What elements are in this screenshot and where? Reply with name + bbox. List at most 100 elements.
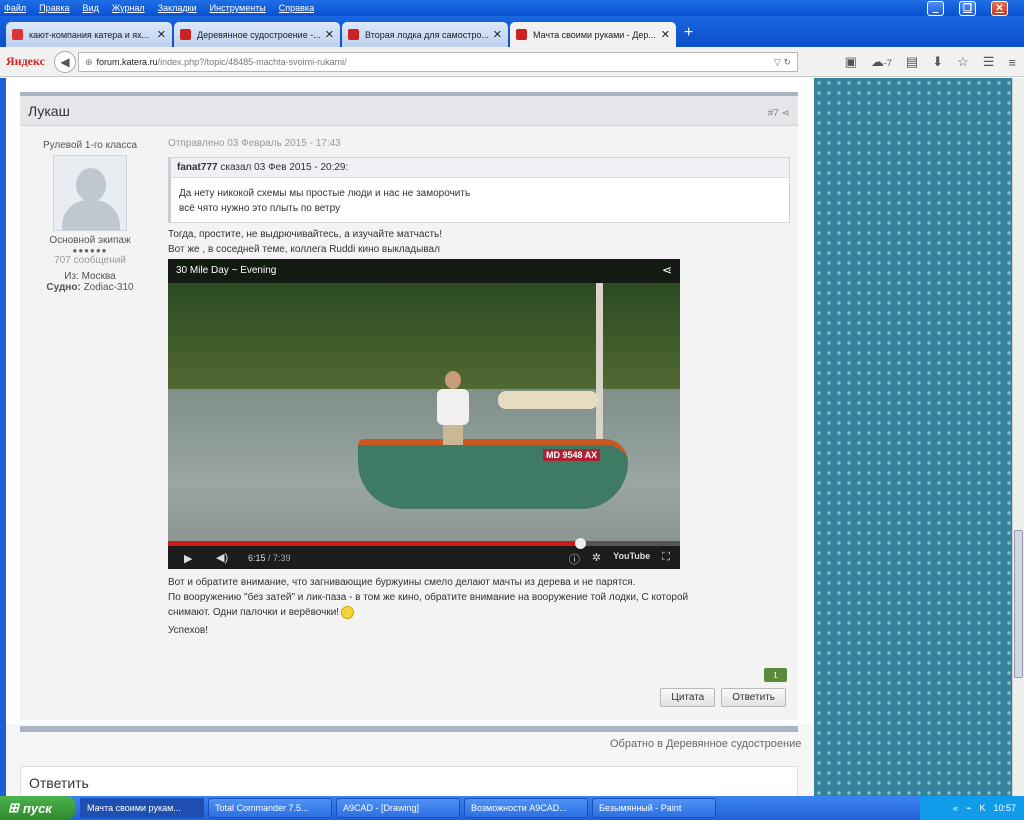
bookmark-extension-icon[interactable]: ▤ — [906, 54, 918, 70]
close-icon[interactable]: ✕ — [991, 1, 1008, 16]
video-current-time: 6:15 — [248, 553, 266, 563]
scrollbar-thumb[interactable] — [1014, 530, 1023, 678]
post-number-label: #7 — [767, 108, 779, 119]
reload-icon[interactable]: ▽ ↻ — [774, 57, 791, 68]
yandex-logo[interactable]: Яндекс — [6, 54, 50, 69]
post-bottom-border — [20, 726, 798, 732]
smiley-icon — [341, 605, 355, 619]
scrollbar[interactable] — [1012, 78, 1024, 796]
video-sail — [498, 391, 598, 409]
quote-text: Да нету никокой схемы мы простые люди и … — [171, 178, 789, 222]
post-number[interactable]: #7 ⋖ — [768, 108, 790, 119]
windows-logo-icon: ⊞ — [8, 800, 19, 815]
taskbar: ⊞ пуск Мачта своими рукам... Total Comman… — [0, 796, 1024, 820]
post-line-6: Успехов! — [168, 625, 208, 636]
reply-button[interactable]: Ответить — [721, 688, 786, 707]
video-trees — [168, 283, 680, 393]
taskbar-item-paint[interactable]: Безымянный - Paint — [592, 798, 716, 818]
restore-icon[interactable]: ❐ — [959, 1, 976, 16]
taskbar-item-browser[interactable]: Мачта своими рукам... — [80, 798, 204, 818]
youtube-logo[interactable]: YouTube — [613, 551, 650, 567]
video-time: 6:15 / 7:39 — [248, 553, 291, 563]
back-to-forum-link[interactable]: Обратно в Деревянное судостроение — [610, 738, 801, 750]
weather-icon[interactable]: ☁-7 — [871, 54, 892, 70]
tab-1[interactable]: кают-компания катера и ях... ✕ — [6, 22, 172, 47]
menu-history[interactable]: Журнал — [112, 3, 145, 13]
fullscreen-icon[interactable]: ⛶ — [662, 551, 670, 567]
play-icon[interactable]: ▶ — [184, 552, 192, 565]
tab-3[interactable]: Вторая лодка для самостро... ✕ — [342, 22, 508, 47]
taskbar-item-a9cad[interactable]: A9CAD - [Drawing] — [336, 798, 460, 818]
tab-4-active[interactable]: Мачта своими руками - Дер... ✕ — [510, 22, 676, 47]
globe-icon: ⊕ — [85, 56, 93, 67]
clock[interactable]: 10:57 — [993, 803, 1016, 813]
rating-dots: ●●●●●● — [72, 246, 108, 255]
menu-file[interactable]: Файл — [4, 3, 26, 13]
menu-view[interactable]: Вид — [83, 3, 99, 13]
page-viewport: Лукаш #7 ⋖ Рулевой 1-го класса Основной … — [0, 78, 1024, 796]
forum-post: Лукаш #7 ⋖ Рулевой 1-го класса Основной … — [20, 92, 798, 732]
post-line-1: Тогда, простите, не выдрючивайтесь, а из… — [168, 229, 443, 240]
network-icon[interactable]: ⌁ — [966, 803, 971, 814]
antivirus-icon[interactable]: K — [979, 803, 985, 813]
minimize-icon[interactable]: _ — [927, 1, 944, 16]
tab-2[interactable]: Деревянное судостроение -... ✕ — [174, 22, 340, 47]
avatar[interactable] — [53, 155, 127, 231]
close-tab-icon[interactable]: ✕ — [325, 28, 334, 41]
menu-icon[interactable]: ≡ — [1008, 55, 1016, 70]
download-icon[interactable]: ⬇ — [932, 54, 943, 70]
post-line-3: Вот и обратите внимание, что загнивающие… — [168, 577, 636, 588]
site-favicon-icon — [180, 29, 191, 40]
post-author-name[interactable]: Лукаш — [28, 103, 70, 119]
address-bar[interactable]: ⊕ forum.katera.ru/index.php?/topic/48485… — [78, 52, 798, 72]
menu-help[interactable]: Справка — [279, 3, 314, 13]
quote-block: fanat777 сказал 03 Фев 2015 - 20:29: Да … — [168, 157, 790, 223]
tray-arrow-icon[interactable]: « — [953, 803, 958, 813]
close-tab-icon[interactable]: ✕ — [661, 28, 670, 41]
new-tab-icon[interactable]: + — [684, 24, 693, 42]
menu-tools[interactable]: Инструменты — [210, 3, 266, 13]
video-right-controls: ⓘ ✲ YouTube ⛶ — [569, 551, 670, 567]
quote-user[interactable]: fanat777 — [177, 162, 218, 173]
embedded-video[interactable]: MD 9548 AX 30 Mile Day ~ Evening ⋖ ▶ ◀) … — [168, 259, 680, 569]
video-person — [433, 371, 473, 445]
site-favicon-icon — [348, 29, 359, 40]
star-icon[interactable]: ☆ — [957, 54, 969, 70]
info-icon[interactable]: ⓘ — [569, 551, 580, 567]
person-body — [437, 389, 469, 425]
video-progress-bar[interactable] — [168, 538, 680, 549]
post-line-5: снимают. Одни палочки и верёвочки! — [168, 607, 340, 618]
reputation-badge[interactable]: 1 — [764, 668, 787, 682]
taskbar-item-totalcmd[interactable]: Total Commander 7.5... — [208, 798, 332, 818]
person-legs — [443, 425, 463, 445]
volume-icon[interactable]: ◀) — [216, 551, 228, 564]
url-host: forum.katera.ru — [96, 57, 158, 67]
quote-button[interactable]: Цитата — [660, 688, 716, 707]
menu-edit[interactable]: Правка — [39, 3, 69, 13]
quote-line-1: Да нету никокой схемы мы простые люди и … — [179, 188, 471, 199]
settings-gear-icon[interactable]: ✲ — [592, 551, 601, 567]
url-path: /index.php?/topic/48485-machta-svoimi-ru… — [157, 57, 347, 67]
screenshot-icon[interactable]: ▣ — [845, 54, 857, 70]
avatar-body — [62, 200, 120, 230]
start-button[interactable]: ⊞ пуск — [0, 796, 76, 820]
nav-bar: Яндекс ◀ ⊕ forum.katera.ru/index.php?/to… — [0, 47, 1024, 77]
video-progress-knob[interactable] — [575, 538, 587, 549]
close-tab-icon[interactable]: ✕ — [493, 28, 502, 41]
share-icon[interactable]: ⋖ — [782, 108, 790, 119]
back-arrow-icon[interactable]: ◀ — [54, 50, 76, 73]
site-favicon-icon — [516, 29, 527, 40]
quote-said: сказал 03 Фев 2015 - 20:29: — [220, 162, 349, 173]
author-rank: Рулевой 1-го класса — [42, 140, 138, 151]
video-controls: ▶ ◀) 6:15 / 7:39 ⓘ ✲ YouTube ⛶ — [168, 538, 680, 569]
video-title[interactable]: 30 Mile Day ~ Evening — [168, 259, 680, 283]
close-tab-icon[interactable]: ✕ — [157, 28, 166, 41]
video-share-icon[interactable]: ⋖ — [662, 263, 672, 277]
start-label: пуск — [22, 800, 52, 816]
post-body: Отправлено 03 Февраль 2015 - 17:43 fanat… — [168, 138, 790, 638]
author-vessel: Zodiac-310 — [83, 282, 134, 293]
reader-icon[interactable]: ☰ — [983, 54, 995, 70]
menu-bookmarks[interactable]: Закладки — [158, 3, 197, 13]
taskbar-item-a9cad-doc[interactable]: Возможности A9CAD... — [464, 798, 588, 818]
background-pattern — [814, 78, 1012, 796]
